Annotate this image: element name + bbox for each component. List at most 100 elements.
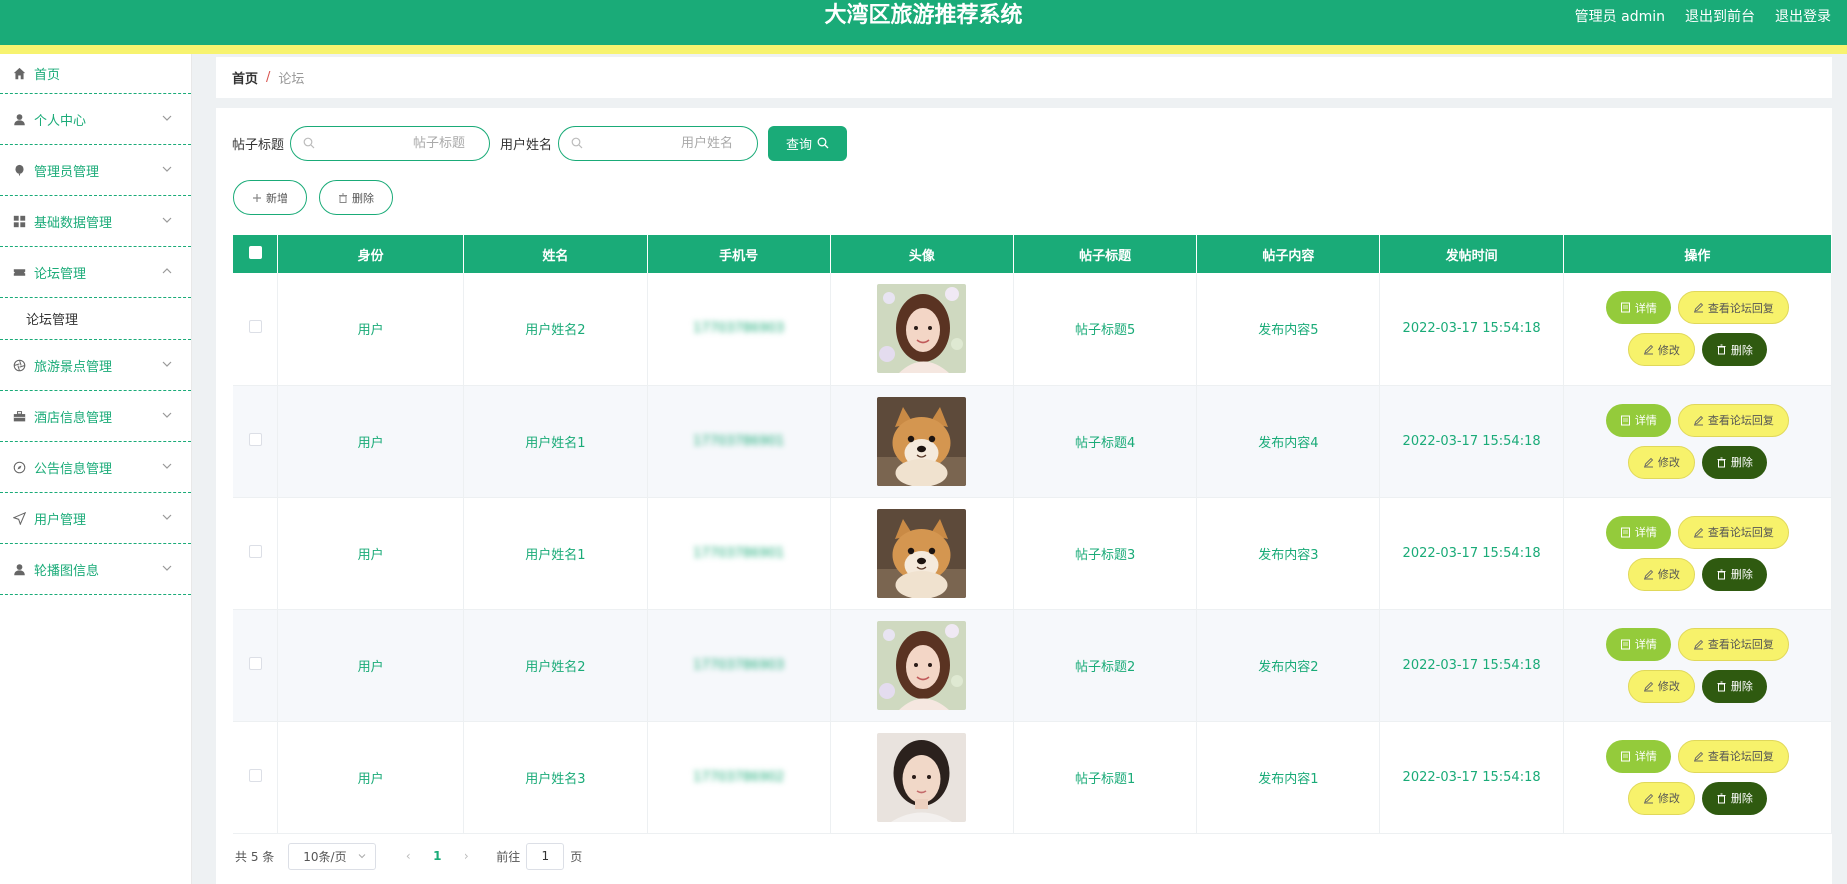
- add-button[interactable]: 新增: [233, 180, 307, 215]
- delete-button[interactable]: 删除: [1701, 333, 1767, 367]
- role-cell: 用户: [277, 273, 465, 386]
- view-replies-button[interactable]: 查看论坛回复: [1677, 739, 1789, 773]
- sidebar-item-profile[interactable]: 个人中心: [0, 94, 191, 145]
- search-icon: [817, 137, 829, 149]
- post-content-cell: 发布内容1: [1196, 721, 1381, 834]
- title-search-label: 帖子标题: [232, 137, 285, 153]
- row-select-cell[interactable]: [233, 721, 279, 834]
- row-checkbox[interactable]: [248, 432, 262, 446]
- pencil-icon: [1693, 639, 1703, 649]
- exit-to-front-link[interactable]: 退出到前台: [1685, 6, 1755, 26]
- name-cell: 用户姓名1: [463, 385, 648, 498]
- detail-label: 详情: [1634, 639, 1657, 651]
- post-content-cell: 发布内容5: [1196, 273, 1381, 386]
- chevron-down-icon: [162, 514, 172, 520]
- next-page-button[interactable]: ›: [454, 849, 478, 863]
- admin-label: 管理员 admin: [1574, 9, 1665, 25]
- name-search-box: [558, 125, 759, 161]
- row-select-cell[interactable]: [233, 609, 279, 722]
- chevron-down-icon: [162, 166, 172, 172]
- pencil-icon: [1643, 793, 1653, 803]
- pencil-icon: [1643, 681, 1653, 691]
- trash-icon: [1717, 457, 1726, 467]
- row-select-cell[interactable]: [233, 385, 279, 498]
- edit-button[interactable]: 修改: [1627, 333, 1695, 367]
- main-panel: 帖子标题 用户姓名 查询 新增 删除: [216, 108, 1833, 884]
- operations-cell: 详情 查看论坛回复修改 删除: [1563, 273, 1833, 386]
- edit-label: 修改: [1657, 569, 1680, 581]
- detail-button[interactable]: 详情: [1605, 739, 1671, 773]
- trash-icon: [1717, 344, 1726, 355]
- chevron-down-icon: [162, 115, 172, 121]
- sidebar-item-hotels[interactable]: 酒店信息管理: [0, 391, 191, 442]
- sidebar-item-label: 公告信息管理: [34, 461, 113, 477]
- role-cell: 用户: [277, 497, 465, 610]
- edit-button[interactable]: 修改: [1627, 445, 1695, 479]
- goto-page-input[interactable]: [526, 842, 565, 870]
- trash-icon: [1717, 793, 1726, 803]
- chevron-down-icon: [162, 412, 172, 418]
- view-replies-button[interactable]: 查看论坛回复: [1677, 291, 1789, 325]
- edit-button[interactable]: 修改: [1627, 557, 1695, 591]
- sidebar-item-forum[interactable]: 论坛管理: [0, 247, 191, 298]
- avatar-cell: [830, 609, 1015, 722]
- sidebar-item-home[interactable]: 首页: [0, 54, 191, 94]
- operations-cell: 详情 查看论坛回复修改 删除: [1563, 385, 1833, 498]
- phone-cell: 17703786901: [647, 385, 831, 498]
- delete-button[interactable]: 删除: [1701, 781, 1767, 815]
- sidebar-item-admin-management[interactable]: 管理员管理: [0, 145, 191, 196]
- page-size-select[interactable]: 10条/页: [288, 842, 377, 870]
- view-replies-button[interactable]: 查看论坛回复: [1677, 403, 1789, 437]
- row-checkbox[interactable]: [248, 768, 262, 782]
- detail-button[interactable]: 详情: [1605, 515, 1671, 549]
- detail-label: 详情: [1634, 527, 1657, 539]
- detail-button[interactable]: 详情: [1605, 403, 1671, 437]
- dog-avatar-image: [877, 508, 967, 598]
- detail-button[interactable]: 详情: [1605, 627, 1671, 661]
- sidebar-item-announcements[interactable]: 公告信息管理: [0, 442, 191, 493]
- chevron-down-icon: [162, 463, 172, 469]
- edit-button[interactable]: 修改: [1627, 669, 1695, 703]
- delete-button[interactable]: 删除: [1701, 557, 1767, 591]
- name-search-input[interactable]: [583, 135, 734, 151]
- delete-button[interactable]: 删除: [1701, 445, 1767, 479]
- row-checkbox[interactable]: [248, 656, 262, 670]
- column-header: 手机号: [647, 235, 831, 273]
- sidebar-item-users[interactable]: 用户管理: [0, 493, 191, 544]
- sidebar: 首页 个人中心 管理员管理 基础数据管理 论坛管理 论坛管理 旅游景点管理 酒店…: [0, 54, 192, 884]
- pagination: 共 5 条 10条/页 ‹ 1 › 前往 页: [235, 842, 582, 870]
- view-replies-button[interactable]: 查看论坛回复: [1677, 515, 1789, 549]
- page-number[interactable]: 1: [420, 849, 454, 863]
- select-all-checkbox[interactable]: [248, 245, 262, 259]
- bulk-delete-button[interactable]: 删除: [319, 180, 393, 215]
- edit-button[interactable]: 修改: [1627, 781, 1695, 815]
- view-replies-button[interactable]: 查看论坛回复: [1677, 627, 1789, 661]
- post-content-cell: 发布内容3: [1196, 497, 1381, 610]
- query-button[interactable]: 查询: [768, 125, 848, 161]
- logout-link[interactable]: 退出登录: [1775, 6, 1831, 26]
- pencil-icon: [1693, 303, 1703, 313]
- sidebar-item-carousel[interactable]: 轮播图信息: [0, 544, 191, 595]
- row-checkbox[interactable]: [248, 544, 262, 558]
- detail-label: 详情: [1634, 302, 1657, 315]
- edit-label: 修改: [1657, 793, 1680, 805]
- row-select-cell[interactable]: [233, 273, 279, 386]
- prev-page-button[interactable]: ‹: [396, 849, 420, 863]
- breadcrumb-home[interactable]: 首页: [232, 68, 258, 87]
- sidebar-item-scenic-spots[interactable]: 旅游景点管理: [0, 340, 191, 391]
- detail-button[interactable]: 详情: [1605, 291, 1671, 325]
- row-checkbox[interactable]: [248, 320, 262, 334]
- view-replies-label: 查看论坛回复: [1707, 751, 1774, 763]
- detail-label: 详情: [1634, 415, 1657, 427]
- chevron-down-icon: [162, 217, 172, 223]
- column-header: 发帖时间: [1379, 235, 1564, 273]
- select-all-cell[interactable]: [233, 235, 279, 273]
- sidebar-item-basic-data[interactable]: 基础数据管理: [0, 196, 191, 247]
- table-header-row: 身份 姓名 手机号 头像 帖子标题 帖子内容 发帖时间 操作: [233, 235, 1833, 273]
- delete-button[interactable]: 删除: [1701, 669, 1767, 703]
- post-content-cell: 发布内容4: [1196, 385, 1381, 498]
- title-search-input[interactable]: [315, 135, 466, 151]
- briefcase-icon: [12, 409, 26, 423]
- row-select-cell[interactable]: [233, 497, 279, 610]
- sidebar-subitem-forum-management[interactable]: 论坛管理: [0, 298, 191, 340]
